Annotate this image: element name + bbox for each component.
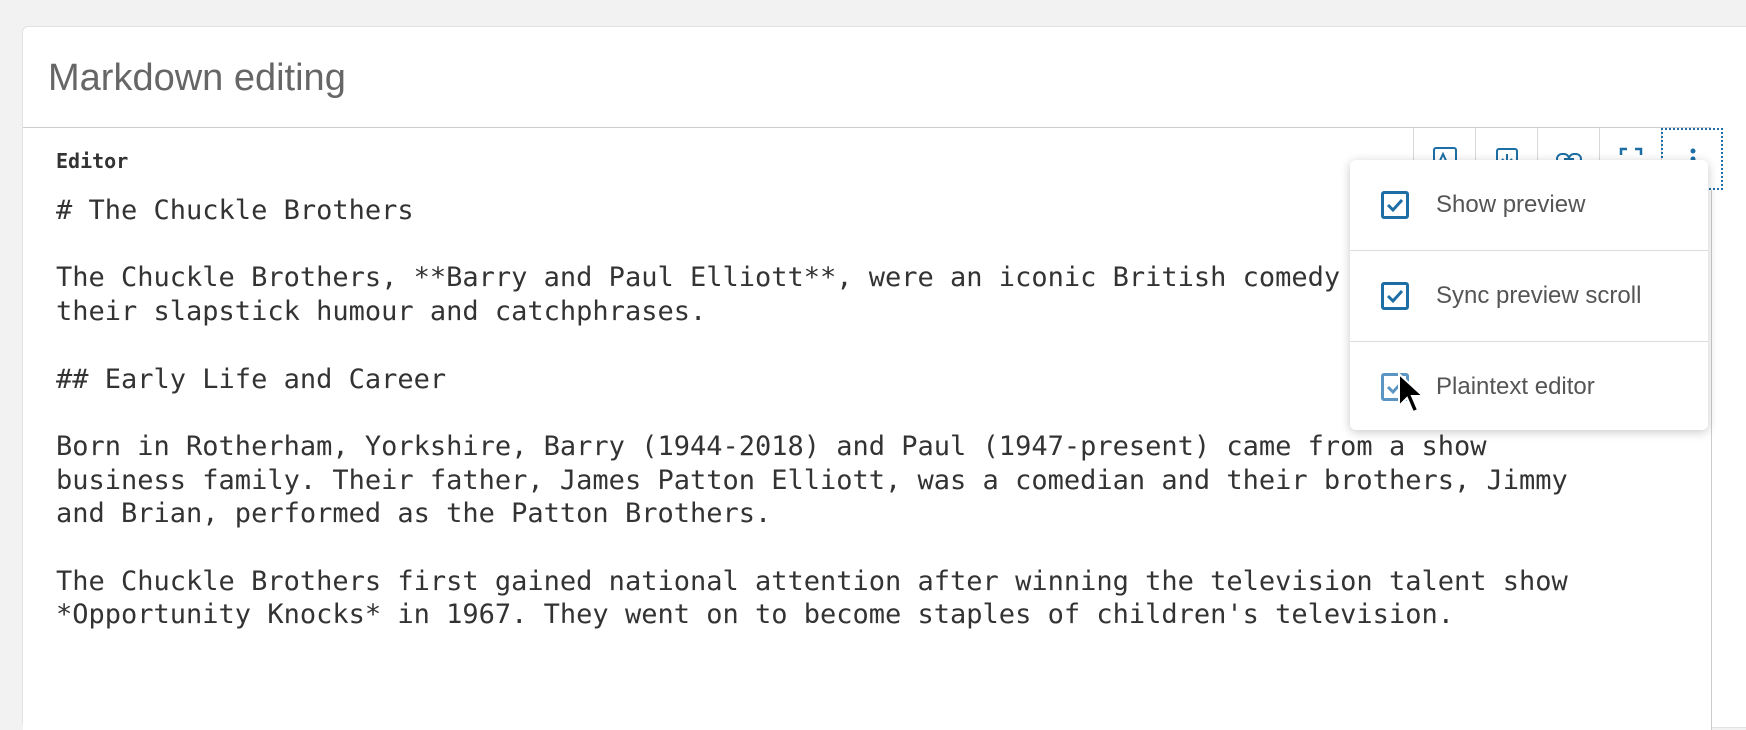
- editor-line: # The Chuckle Brothers: [56, 195, 414, 226]
- editor-label: Editor: [56, 149, 129, 173]
- menu-item-show-preview[interactable]: Show preview: [1350, 160, 1708, 251]
- checkmark-icon: [1386, 289, 1404, 304]
- menu-item-sync-preview-scroll[interactable]: Sync preview scroll: [1350, 251, 1708, 342]
- editor-line: their slapstick humour and catchphrases.: [56, 296, 707, 328]
- editor-line: Born in Rotherham, Yorkshire, Barry (194…: [56, 430, 1487, 462]
- editor-line: The Chuckle Brothers first gained nation…: [56, 565, 1568, 597]
- editor-line: business family. Their father, James Pat…: [56, 464, 1568, 496]
- menu-item-label: Plaintext editor: [1436, 373, 1595, 400]
- menu-item-label: Sync preview scroll: [1436, 282, 1642, 309]
- mouse-pointer-icon: [1398, 372, 1426, 414]
- menu-item-label: Show preview: [1436, 191, 1586, 218]
- show-preview-checkbox[interactable]: [1381, 191, 1409, 219]
- sync-preview-scroll-checkbox[interactable]: [1381, 282, 1409, 310]
- checkmark-icon: [1386, 198, 1404, 213]
- editor-content[interactable]: # The Chuckle Brothers The Chuckle Broth…: [56, 194, 1568, 632]
- editor-line: and Brian, performed as the Patton Broth…: [56, 498, 772, 530]
- page-title: Markdown editing: [48, 57, 346, 99]
- editor-line: The Chuckle Brothers, **Barry and Paul E…: [56, 262, 1568, 294]
- editor-line: ## Early Life and Career: [56, 363, 447, 395]
- editor-line: *Opportunity Knocks* in 1967. They went …: [56, 599, 1454, 631]
